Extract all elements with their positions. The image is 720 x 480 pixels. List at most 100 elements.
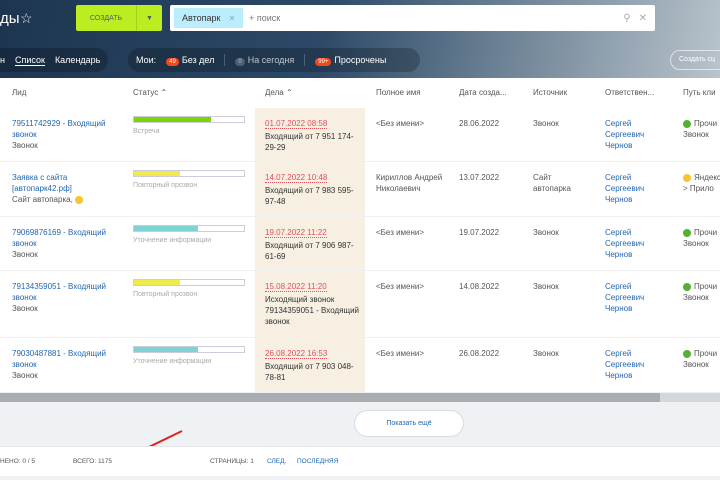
- counters-label: Мои:: [136, 55, 157, 65]
- status-progress-bar[interactable]: [133, 346, 245, 353]
- full-name: Кириллов Андрей Николаевич: [376, 173, 443, 193]
- view-tabs: н Список Календарь: [0, 48, 109, 72]
- deal-text: Входящий от 7 906 987-61-69: [265, 241, 354, 261]
- path-status-icon: [683, 282, 691, 291]
- search-icon[interactable]: ⚲: [623, 13, 630, 24]
- source-icon: [75, 195, 84, 204]
- counters: Мои: 49 Без дел 0 На сегодня 99+ Просрочены: [128, 48, 420, 72]
- lead-source: Звонок: [12, 250, 38, 259]
- owner-link[interactable]: Сергей Сергеевич Чернов: [605, 348, 655, 381]
- path-status-icon: [683, 173, 691, 182]
- path-label: Прочи: [694, 282, 718, 291]
- column-header[interactable]: Ответствен...: [605, 88, 654, 97]
- footer-bar: нено: 0 / 5 Всего: 1175 Страницы: 1 След…: [0, 446, 720, 476]
- create-scenario-button[interactable]: Создать сц: [670, 50, 720, 70]
- status-progress-bar[interactable]: [133, 170, 245, 177]
- deal-date[interactable]: 19.07.2022 11:22: [265, 228, 327, 238]
- source: Звонок: [533, 349, 559, 358]
- table-row[interactable]: Заявка с сайта [автопарк42.рф] Сайт автоп…: [0, 162, 720, 217]
- leads-table: Лид Статус ⌃ Дела ⌃ Полное имя Дата созд…: [0, 78, 720, 402]
- table-row[interactable]: 79069876169 - Входящий звонок Звонок Уточ…: [0, 217, 720, 271]
- show-more-button[interactable]: Показать ещё: [354, 410, 464, 437]
- column-header[interactable]: Полное имя: [376, 88, 421, 97]
- source: Звонок: [533, 228, 559, 237]
- owner-link[interactable]: Сергей Сергеевич Чернов: [605, 281, 655, 314]
- close-icon[interactable]: ✕: [228, 14, 235, 23]
- tab-calendar[interactable]: Календарь: [55, 55, 100, 65]
- clear-icon[interactable]: ✕: [639, 13, 647, 24]
- deal-date[interactable]: 15.08.2022 11:20: [265, 282, 327, 292]
- lead-link[interactable]: 79511742929 - Входящий звонок: [12, 118, 117, 140]
- counter-label: На сегодня: [247, 55, 295, 65]
- lead-link[interactable]: 79030487881 - Входящий звонок: [12, 348, 117, 370]
- source: Сайт автопарка: [533, 173, 571, 193]
- lead-source: Звонок: [12, 371, 38, 380]
- table-row[interactable]: 79030487881 - Входящий звонок Звонок Уточ…: [0, 338, 720, 393]
- column-header[interactable]: Статус ⌃: [133, 88, 167, 97]
- column-header[interactable]: Путь кли: [683, 88, 716, 97]
- counter-overdue[interactable]: 99+ Просрочены: [315, 55, 386, 66]
- path-label: Прочи: [694, 349, 718, 358]
- owner-link[interactable]: Сергей Сергеевич Чернов: [605, 172, 655, 205]
- counter-today[interactable]: 0 На сегодня: [235, 55, 295, 66]
- deal-date[interactable]: 26.08.2022 16:53: [265, 349, 328, 359]
- path-status-icon: [683, 349, 691, 358]
- path-sub: Звонок: [683, 293, 709, 302]
- pages-label: Страницы: 1: [210, 458, 254, 465]
- lead-link[interactable]: 79134359051 - Входящий звонок: [12, 281, 117, 303]
- filter-chip[interactable]: Автопарк ✕: [174, 8, 244, 28]
- page-title: ды: [0, 10, 20, 27]
- counter-badge: 49: [166, 58, 179, 66]
- column-header[interactable]: Дела ⌃: [265, 88, 293, 97]
- next-page-link[interactable]: След.: [267, 458, 286, 465]
- path-label: Прочи: [694, 228, 718, 237]
- lead-link[interactable]: 79069876169 - Входящий звонок: [12, 227, 117, 249]
- lead-source: Сайт автопарка,: [12, 194, 117, 205]
- status-label: Уточнение информации: [133, 358, 212, 365]
- deal-text: Исходящий звонок 79134359051 - Входящий …: [265, 295, 359, 326]
- tab-kanban[interactable]: н: [0, 55, 5, 65]
- status-label: Повторный прозвон: [133, 291, 198, 298]
- status-progress-bar[interactable]: [133, 116, 245, 123]
- counter-badge: 0: [235, 58, 245, 66]
- column-header[interactable]: Лид: [12, 88, 26, 97]
- search-input[interactable]: [249, 13, 624, 23]
- path-label: Яндекс: [694, 173, 720, 182]
- path-label: Прочи: [694, 119, 718, 128]
- deal-date[interactable]: 14.07.2022 10:48: [265, 173, 328, 183]
- horizontal-scrollbar[interactable]: [0, 393, 720, 402]
- full-name: <Без имени>: [376, 228, 425, 237]
- selected-count: нено: 0 / 5: [0, 458, 36, 465]
- status-progress-bar[interactable]: [133, 279, 245, 286]
- path-sub: > Прило: [683, 184, 714, 193]
- deal-text: Входящий от 7 983 595-97-48: [265, 186, 354, 206]
- table-row[interactable]: 79134359051 - Входящий звонок Звонок Повт…: [0, 271, 720, 338]
- owner-link[interactable]: Сергей Сергеевич Чернов: [605, 227, 655, 260]
- last-page-link[interactable]: Последняя: [297, 458, 338, 465]
- column-header[interactable]: Источник: [533, 88, 567, 97]
- column-header[interactable]: Дата созда...: [459, 88, 507, 97]
- create-button[interactable]: создать ▼: [76, 5, 162, 31]
- created-date: 28.06.2022: [459, 119, 500, 128]
- deal-text: Входящий от 7 903 048-78-81: [265, 362, 354, 382]
- status-progress-bar[interactable]: [133, 225, 245, 232]
- created-date: 19.07.2022: [459, 228, 500, 237]
- lead-link[interactable]: Заявка с сайта [автопарк42.рф]: [12, 172, 117, 194]
- search-bar[interactable]: Автопарк ✕ ⚲ ✕: [170, 5, 655, 31]
- chevron-down-icon[interactable]: ▼: [136, 5, 162, 31]
- counter-no-tasks[interactable]: 49 Без дел: [166, 55, 214, 66]
- tab-list[interactable]: Список: [14, 55, 45, 66]
- owner-link[interactable]: Сергей Сергеевич Чернов: [605, 118, 655, 151]
- path-status-icon: [683, 228, 691, 237]
- path-status-icon: [683, 119, 691, 128]
- star-icon[interactable]: ☆: [20, 10, 33, 27]
- full-name: <Без имени>: [376, 119, 425, 128]
- deal-text: Входящий от 7 951 174-29-29: [265, 132, 354, 152]
- source: Звонок: [533, 282, 559, 291]
- create-label[interactable]: создать: [76, 15, 136, 22]
- path-sub: Звонок: [683, 130, 709, 139]
- full-name: <Без имени>: [376, 282, 425, 291]
- deal-date[interactable]: 01.07.2022 08:58: [265, 119, 328, 129]
- full-name: <Без имени>: [376, 349, 425, 358]
- table-row[interactable]: 79511742929 - Входящий звонок Звонок Встр…: [0, 108, 720, 162]
